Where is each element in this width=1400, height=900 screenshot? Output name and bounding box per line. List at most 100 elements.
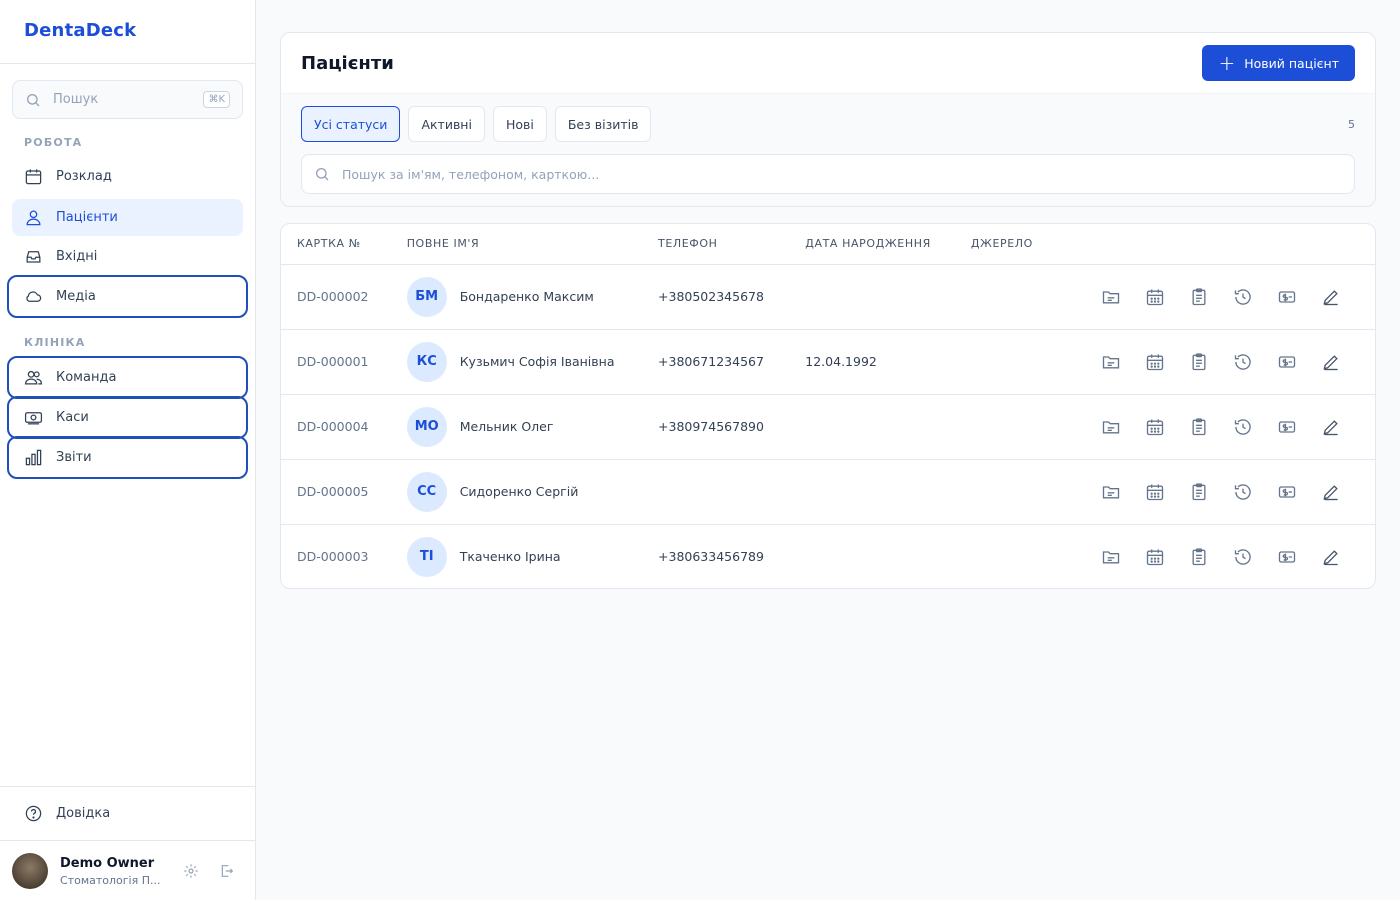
patient-name[interactable]: Мельник Олег xyxy=(460,419,554,434)
calendar-icon xyxy=(1146,354,1164,370)
payment-icon xyxy=(1278,485,1296,498)
patient-dob xyxy=(789,524,955,588)
avatar: СС xyxy=(406,471,447,512)
payment-icon xyxy=(1278,355,1296,368)
table-row[interactable]: DD-000003 ТІ Ткаченко Ірина +38063345678… xyxy=(281,524,1375,588)
schedule-visit-button[interactable] xyxy=(1133,275,1177,319)
folder-icon xyxy=(1102,551,1120,564)
payment-button[interactable] xyxy=(1265,405,1309,449)
column-header-phone[interactable]: ТЕЛЕФОН xyxy=(642,224,790,265)
avatar[interactable] xyxy=(12,853,48,889)
column-header-name[interactable]: ПОВНЕ ІМ'Я xyxy=(390,224,643,265)
calendar-icon xyxy=(1146,289,1164,305)
avatar: КС xyxy=(406,341,447,382)
app-logo[interactable]: DentaDeck xyxy=(0,0,255,64)
patient-name[interactable]: Ткаченко Ірина xyxy=(460,549,561,564)
schedule-visit-button[interactable] xyxy=(1133,405,1177,449)
payment-icon xyxy=(1278,551,1296,563)
folder-icon xyxy=(1102,420,1120,433)
schedule-visit-button[interactable] xyxy=(1133,470,1177,514)
clipboard-icon xyxy=(1192,548,1206,565)
sidebar-item-inbox[interactable]: Вхідні xyxy=(12,238,243,275)
help-icon xyxy=(25,805,42,821)
treatment-plan-button[interactable] xyxy=(1177,535,1221,579)
edit-icon xyxy=(1323,289,1338,305)
visit-history-button[interactable] xyxy=(1221,340,1265,384)
new-patient-button[interactable]: + Новий пацієнт xyxy=(1202,45,1355,81)
search-icon xyxy=(27,93,40,106)
gear-icon[interactable] xyxy=(183,863,199,879)
patient-name-cell: БМ Бондаренко Максим xyxy=(391,264,642,329)
patient-dob xyxy=(789,264,955,329)
column-header-source[interactable]: ДЖЕРЕЛО xyxy=(954,224,1073,265)
payment-button[interactable] xyxy=(1265,275,1309,319)
patient-name-cell: СС Сидоренко Сергій xyxy=(391,459,642,524)
patients-icon xyxy=(26,210,41,226)
avatar: МО xyxy=(406,406,447,447)
sidebar-search-input[interactable]: Пошук ⌘K xyxy=(12,80,243,119)
payment-button[interactable] xyxy=(1265,470,1309,514)
sidebar-item-label: Пацієнти xyxy=(56,210,118,225)
sidebar-item-reports[interactable]: Звіти xyxy=(7,436,248,479)
filter-all-statuses[interactable]: Усі статуси xyxy=(301,106,401,142)
help-link[interactable]: Довідка xyxy=(12,801,110,825)
logout-icon[interactable] xyxy=(219,863,235,879)
table-row[interactable]: DD-000001 КС Кузьмич Софія Іванівна +380… xyxy=(281,329,1375,394)
edit-button[interactable] xyxy=(1309,275,1353,319)
schedule-visit-button[interactable] xyxy=(1133,535,1177,579)
treatment-plan-button[interactable] xyxy=(1177,470,1221,514)
treatment-plan-button[interactable] xyxy=(1177,405,1221,449)
visit-history-button[interactable] xyxy=(1221,405,1265,449)
payment-button[interactable] xyxy=(1265,535,1309,579)
patient-source xyxy=(955,394,1073,459)
sidebar-item-schedule[interactable]: Розклад xyxy=(12,158,243,195)
patient-name[interactable]: Бондаренко Максим xyxy=(460,289,594,304)
calendar-icon xyxy=(1146,484,1164,500)
edit-button[interactable] xyxy=(1309,535,1353,579)
search-icon xyxy=(316,168,329,181)
open-card-button[interactable] xyxy=(1089,405,1133,449)
new-patient-label: Новий пацієнт xyxy=(1244,55,1339,71)
filter-no-visits[interactable]: Без візитів xyxy=(554,106,652,142)
open-card-button[interactable] xyxy=(1089,470,1133,514)
table-row[interactable]: DD-000002 БМ Бондаренко Максим +38050234… xyxy=(281,264,1375,329)
payment-button[interactable] xyxy=(1265,340,1309,384)
card-number: DD-000001 xyxy=(297,354,369,369)
column-header-card[interactable]: КАРТКА № xyxy=(281,224,391,265)
visit-history-button[interactable] xyxy=(1221,535,1265,579)
visit-history-button[interactable] xyxy=(1221,275,1265,319)
edit-button[interactable] xyxy=(1309,340,1353,384)
folder-icon xyxy=(1102,485,1120,498)
open-card-button[interactable] xyxy=(1089,535,1133,579)
edit-button[interactable] xyxy=(1309,470,1353,514)
patient-name-cell: МО Мельник Олег xyxy=(391,394,642,459)
sidebar-item-team[interactable]: Команда xyxy=(7,356,248,399)
column-header-actions xyxy=(1073,224,1375,265)
patient-name[interactable]: Сидоренко Сергій xyxy=(460,484,579,499)
treatment-plan-button[interactable] xyxy=(1177,275,1221,319)
treatment-plan-button[interactable] xyxy=(1177,340,1221,384)
payment-icon xyxy=(1278,420,1296,433)
patient-search-input[interactable]: Пошук за ім'ям, телефоном, карткою... xyxy=(301,154,1355,194)
table-row[interactable]: DD-000005 СС Сидоренко Сергій xyxy=(281,459,1375,524)
filter-active[interactable]: Активні xyxy=(408,106,485,142)
open-card-button[interactable] xyxy=(1089,340,1133,384)
edit-button[interactable] xyxy=(1309,405,1353,449)
patient-name-cell: КС Кузьмич Софія Іванівна xyxy=(391,329,642,394)
sidebar-item-cash[interactable]: Каси xyxy=(7,396,248,439)
patient-source xyxy=(955,524,1073,588)
patient-name[interactable]: Кузьмич Софія Іванівна xyxy=(460,354,615,369)
column-header-dob[interactable]: ДАТА НАРОДЖЕННЯ xyxy=(789,224,955,265)
patient-name-cell: ТІ Ткаченко Ірина xyxy=(391,524,642,588)
sidebar-item-patients[interactable]: Пацієнти xyxy=(12,199,243,236)
inbox-icon xyxy=(26,251,41,263)
filter-new[interactable]: Нові xyxy=(492,106,547,142)
sidebar-item-media[interactable]: Медіа xyxy=(7,275,248,318)
open-card-button[interactable] xyxy=(1089,275,1133,319)
schedule-visit-button[interactable] xyxy=(1133,340,1177,384)
clipboard-icon xyxy=(1192,352,1206,370)
card-number: DD-000005 xyxy=(297,484,369,499)
help-label: Довідка xyxy=(56,805,111,821)
visit-history-button[interactable] xyxy=(1221,470,1265,514)
table-row[interactable]: DD-000004 МО Мельник Олег +380974567890 xyxy=(281,394,1375,459)
